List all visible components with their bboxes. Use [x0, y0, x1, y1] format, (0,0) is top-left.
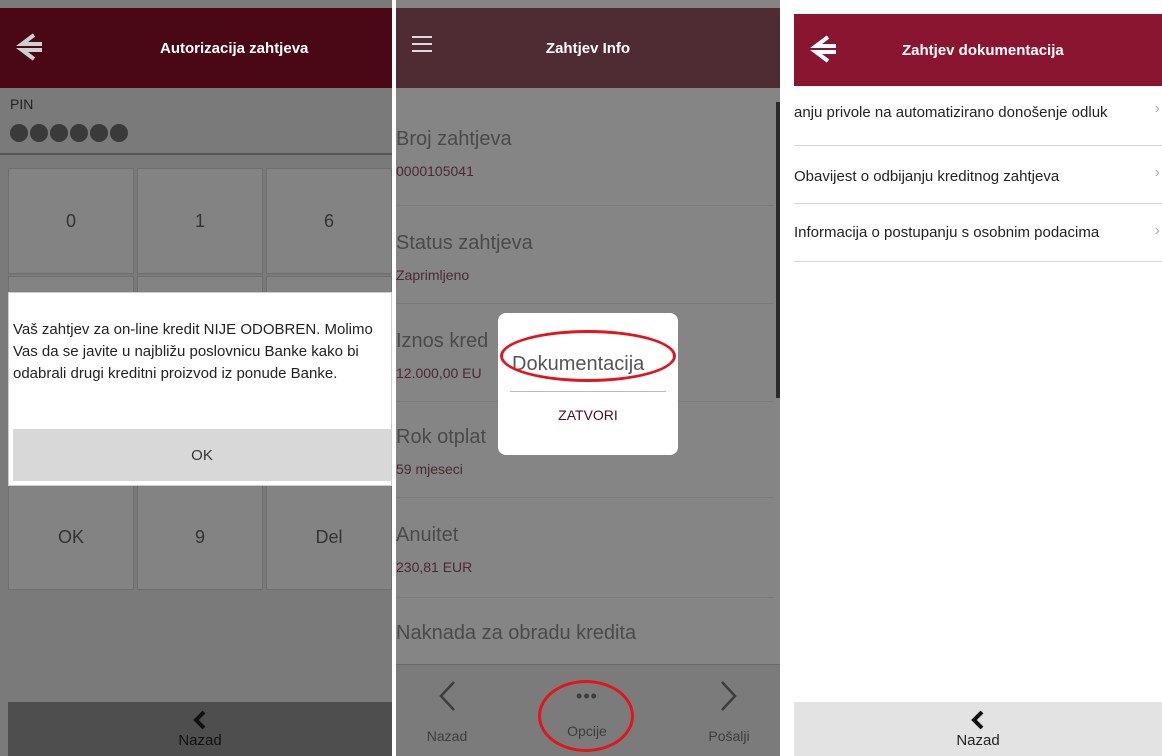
send-button[interactable]: Pošalji — [684, 679, 774, 744]
pin-dot — [110, 124, 128, 142]
documentation-screen: Zahtjev dokumentacija anju privole na au… — [794, 0, 1162, 756]
field-value: Zaprimljeno — [396, 267, 470, 283]
scrollbar[interactable] — [776, 102, 780, 398]
app-header: Autorizacija zahtjeva — [0, 8, 392, 88]
send-label: Pošalji — [708, 728, 750, 744]
back-label: Nazad — [178, 731, 222, 749]
keypad-key-ok[interactable]: OK — [8, 484, 134, 590]
back-label: Nazad — [426, 728, 468, 744]
chevron-right-icon: › — [1154, 100, 1160, 117]
header-title: Zahtjev Info — [545, 39, 631, 57]
keypad-key-6[interactable]: 6 — [266, 168, 392, 274]
field-value: 230,81 EUR — [396, 559, 473, 575]
back-button[interactable]: Nazad — [794, 702, 1162, 756]
document-item[interactable]: anju privole na automatizirano donošenje… — [794, 100, 1162, 146]
pin-underline — [0, 153, 392, 155]
chevron-right-icon: › — [1154, 222, 1160, 239]
pin-label: PIN — [10, 96, 34, 112]
authorization-screen: Autorizacija zahtjeva PIN 0 1 6 OK 9 Del… — [0, 0, 392, 756]
chevron-left-icon — [193, 710, 206, 729]
header-title: Autorizacija zahtjeva — [160, 39, 309, 57]
bank-logo-icon[interactable] — [14, 30, 48, 64]
document-title: Obavijest o odbijanju kreditnog zahtjeva — [794, 168, 1060, 185]
back-button[interactable]: Nazad — [402, 679, 492, 744]
dialog-message: Vaš zahtjev za on-line kredit NIJE ODOBR… — [13, 321, 373, 382]
back-button[interactable]: Nazad — [8, 702, 392, 756]
pin-dot — [50, 124, 68, 142]
request-info-screen: Zahtjev Info Broj zahtjeva 0000105041 St… — [396, 0, 780, 756]
chevron-left-icon — [439, 681, 455, 711]
pin-dot — [90, 124, 108, 142]
bank-logo-icon[interactable] — [808, 32, 842, 66]
header-title: Zahtjev dokumentacija — [902, 41, 1064, 59]
pin-input[interactable] — [10, 124, 128, 142]
field-processing-fee: Naknada za obradu kredita — [396, 622, 774, 662]
dialog-divider — [510, 391, 666, 392]
document-item[interactable]: Obavijest o odbijanju kreditnog zahtjeva… — [794, 146, 1162, 204]
field-annuity: Anuitet 230,81 EUR — [396, 524, 774, 598]
document-title: Informacija o postupanju s osobnim podac… — [794, 224, 1100, 241]
close-dialog-button[interactable]: ZATVORI — [498, 407, 678, 423]
document-title: anju privole na automatizirano donošenje… — [794, 104, 1108, 121]
back-label: Nazad — [956, 731, 1000, 749]
field-label: Status zahtjeva — [396, 232, 533, 254]
chevron-left-icon — [971, 710, 984, 729]
field-label: Broj zahtjeva — [396, 128, 512, 150]
highlight-circle — [538, 680, 634, 752]
app-header: Zahtjev Info — [396, 8, 780, 88]
document-item[interactable]: Informacija o postupanju s osobnim podac… — [794, 204, 1162, 262]
keypad-key-del[interactable]: Del — [266, 484, 392, 590]
keypad-key-0[interactable]: 0 — [8, 168, 134, 274]
rejection-dialog: Vaš zahtjev za on-line kredit NIJE ODOBR… — [8, 292, 392, 486]
field-request-number: Broj zahtjeva 0000105041 — [396, 128, 774, 206]
pin-dot — [10, 124, 28, 142]
field-label: Anuitet — [396, 524, 459, 546]
dialog-ok-button[interactable]: OK — [13, 429, 391, 481]
field-value: 59 mjeseci — [396, 461, 463, 477]
field-label: Naknada za obradu kredita — [396, 622, 637, 644]
pin-dot — [70, 124, 88, 142]
chevron-right-icon — [721, 681, 737, 711]
field-request-status: Status zahtjeva Zaprimljeno — [396, 232, 774, 304]
keypad-key-1[interactable]: 1 — [137, 168, 263, 274]
pin-dot — [30, 124, 48, 142]
keypad-key-9[interactable]: 9 — [137, 484, 263, 590]
chevron-right-icon: › — [1154, 164, 1160, 181]
highlight-circle — [500, 330, 676, 382]
field-value: 0000105041 — [396, 163, 474, 179]
app-header: Zahtjev dokumentacija — [794, 14, 1162, 86]
